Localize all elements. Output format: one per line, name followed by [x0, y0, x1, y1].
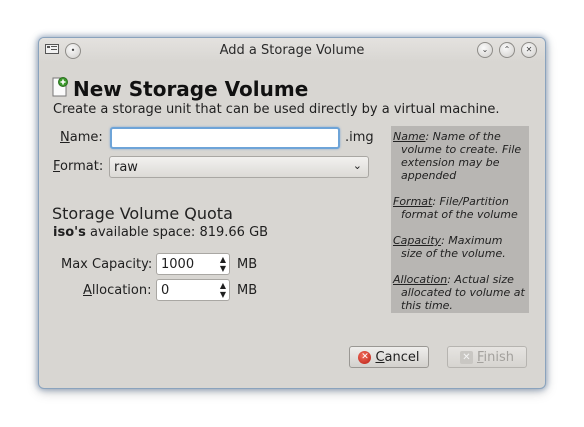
available-space: iso's available space: 819.66 GB	[53, 225, 269, 240]
help-allocation: Allocation: Actual size allocated to vol…	[393, 273, 525, 312]
help-name: Name: Name of the volume to create. File…	[393, 130, 522, 182]
quota-title: Storage Volume Quota	[52, 204, 233, 223]
finish-button[interactable]: ✕ Finish	[447, 346, 527, 368]
window-title: Add a Storage Volume	[219, 43, 365, 58]
format-label: Format:	[53, 159, 104, 174]
format-select[interactable]: raw ⌄	[109, 156, 369, 178]
close-icon[interactable]: ✕	[521, 42, 537, 58]
dialog-window: • Add a Storage Volume ⌄ ⌃ ✕ New Storage…	[39, 38, 545, 388]
minimize-icon[interactable]: ⌄	[477, 42, 493, 58]
name-label: Name:	[60, 130, 103, 145]
max-capacity-label: Max Capacity:	[61, 257, 153, 272]
chevron-down-icon: ⌄	[352, 159, 362, 172]
maximize-icon[interactable]: ⌃	[499, 42, 515, 58]
format-value: raw	[114, 160, 138, 175]
max-capacity-unit: MB	[237, 257, 258, 272]
page-title: New Storage Volume	[73, 77, 309, 101]
finish-icon: ✕	[459, 350, 473, 364]
help-panel: Name: Name of the volume to create. File…	[391, 126, 529, 313]
title-bar[interactable]: • Add a Storage Volume ⌄ ⌃ ✕	[39, 38, 545, 62]
max-capacity-spinbox[interactable]: 1000 ▲ ▼	[156, 253, 230, 275]
name-suffix: .img	[345, 130, 374, 145]
name-input[interactable]	[110, 127, 340, 149]
help-capacity: Capacity: Maximum size of the volume.	[393, 234, 506, 260]
cancel-button[interactable]: ✕ Cancel	[349, 346, 429, 368]
allocation-unit: MB	[237, 283, 258, 298]
allocation-label: Allocation:	[83, 283, 152, 298]
new-volume-icon	[51, 77, 69, 101]
cancel-icon: ✕	[358, 350, 372, 364]
page-subtitle: Create a storage unit that can be used d…	[53, 102, 500, 117]
spin-arrows-icon[interactable]: ▲ ▼	[220, 255, 226, 273]
allocation-spinbox[interactable]: 0 ▲ ▼	[156, 279, 230, 301]
help-format: Format: File/Partition format of the vol…	[393, 195, 518, 221]
spin-arrows-icon[interactable]: ▲ ▼	[220, 281, 226, 299]
